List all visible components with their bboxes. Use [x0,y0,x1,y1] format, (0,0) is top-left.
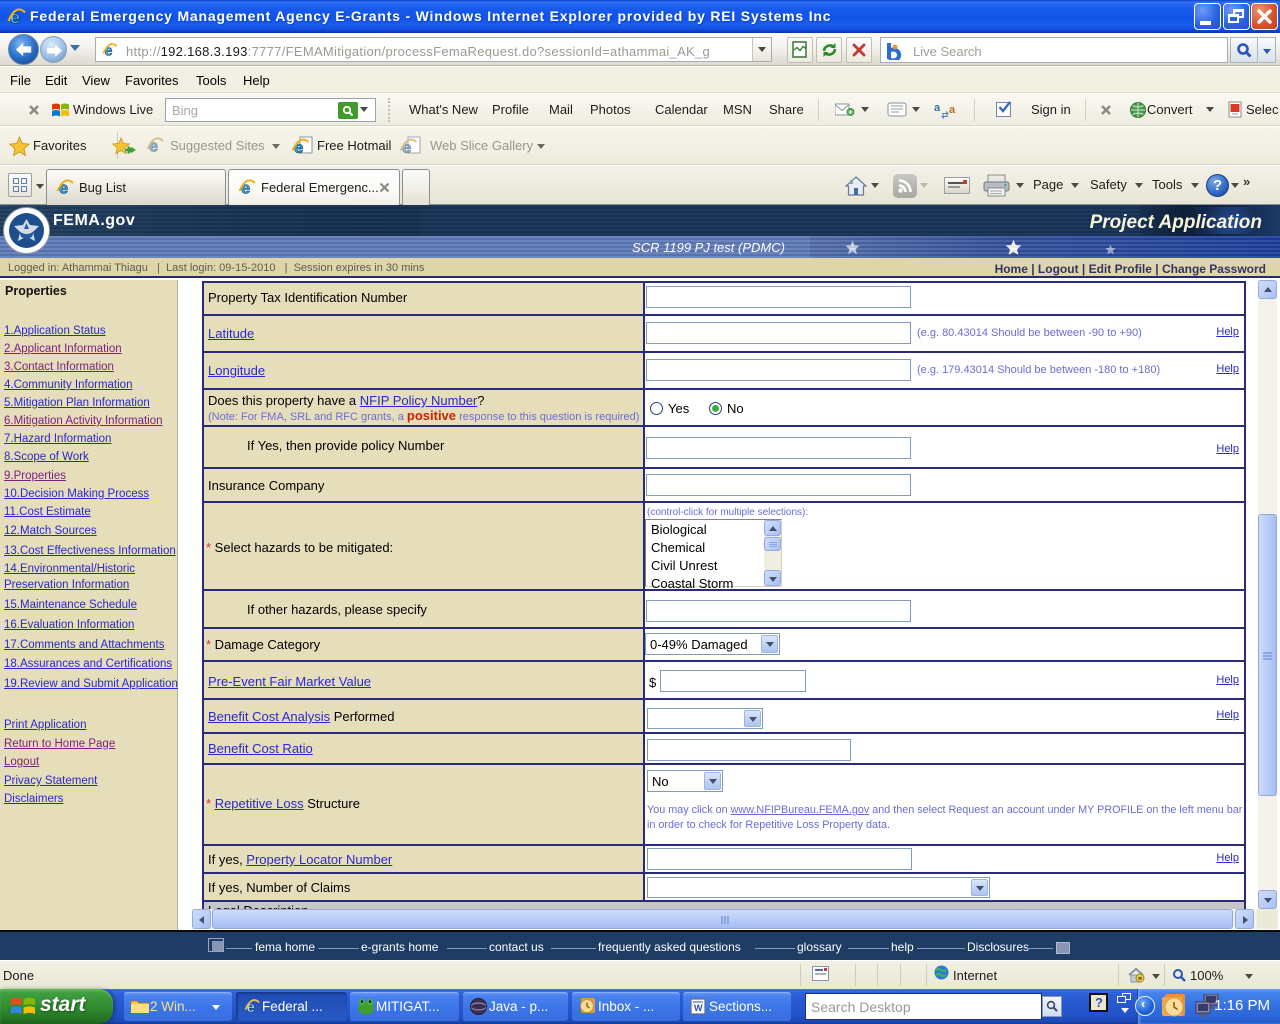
svg-text:W: W [694,1003,703,1013]
svg-text:a: a [949,104,956,116]
svg-text:a: a [934,102,941,114]
